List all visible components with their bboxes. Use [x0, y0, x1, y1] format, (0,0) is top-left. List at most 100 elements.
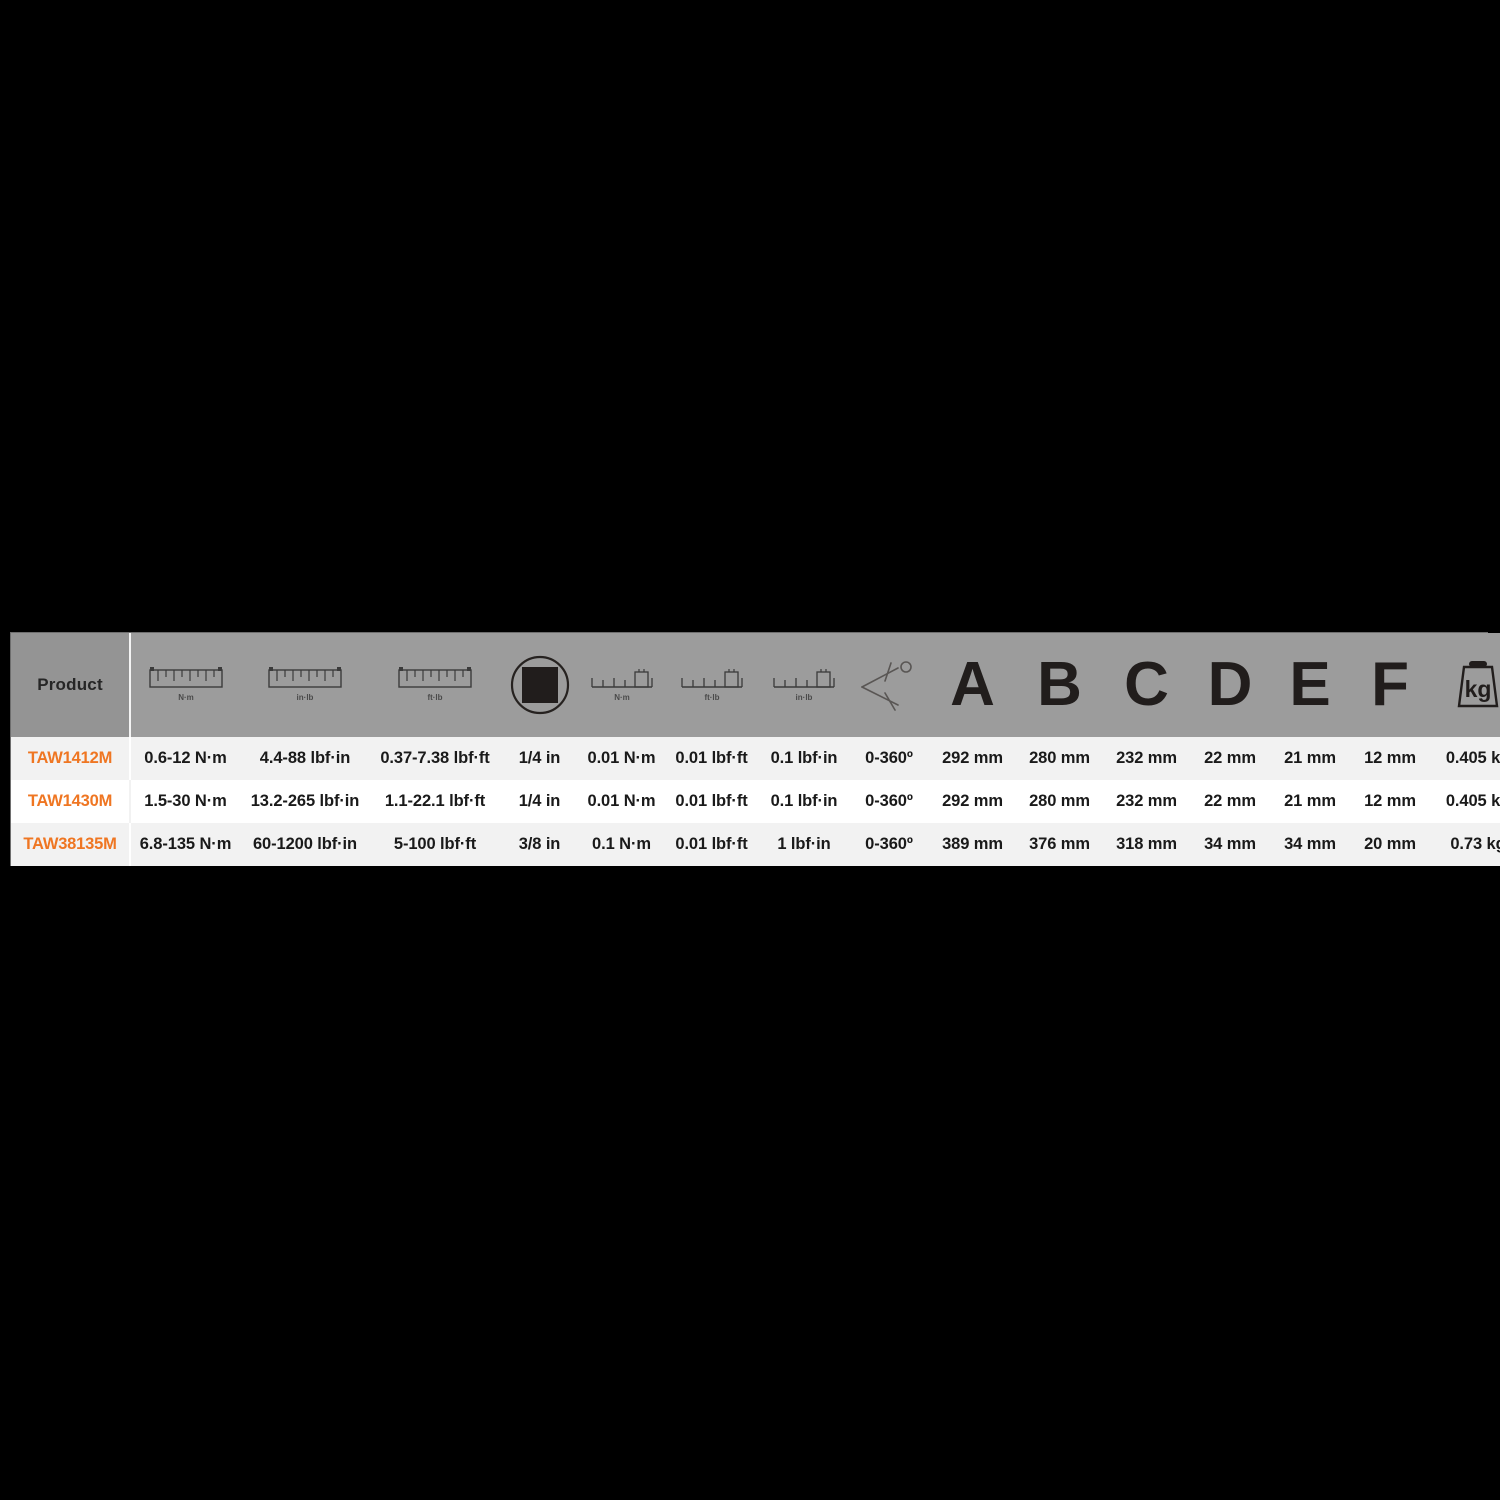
column-header-res-lbfin: in·lb [759, 633, 849, 737]
cell-drive: 1/4 in [500, 737, 579, 780]
cell-range-nm: 6.8-135 N·m [130, 823, 240, 866]
table-header: Product N·m in·lb ft·lb N·m ft·lb in·lb … [11, 633, 1500, 737]
column-header-range-lbfft: ft·lb [370, 633, 500, 737]
cell-dim-f: 12 mm [1350, 737, 1430, 780]
cell-weight: 0.405 kg [1430, 780, 1500, 823]
header-row: Product N·m in·lb ft·lb N·m ft·lb in·lb … [11, 633, 1500, 737]
resolution-icon-label-nm: N·m [614, 693, 630, 702]
column-header-dim-b: B [1016, 633, 1103, 737]
resolution-icon-label-ftlb: ft·lb [704, 693, 719, 702]
ruler-range-icon: in·lb [240, 633, 370, 737]
cell-dim-c: 232 mm [1103, 780, 1190, 823]
dimension-letter-c: C [1103, 633, 1190, 737]
column-header-angle [849, 633, 929, 737]
table-row[interactable]: TAW38135M 6.8-135 N·m 60-1200 lbf·in 5-1… [11, 823, 1500, 866]
cell-product[interactable]: TAW38135M [11, 823, 131, 866]
cell-product[interactable]: TAW1412M [11, 737, 131, 780]
cell-drive: 3/8 in [500, 823, 579, 866]
cell-dim-d: 22 mm [1190, 737, 1270, 780]
cell-range-lbfin: 60-1200 lbf·in [240, 823, 370, 866]
resolution-icon: ft·lb [664, 633, 759, 737]
dimension-letter-e-label: E [1289, 650, 1331, 719]
ruler-range-icon: N·m [131, 633, 240, 737]
product-header-label: Product [37, 675, 103, 694]
dimension-letter-a: A [929, 633, 1016, 737]
cell-angle: 0-360º [849, 737, 929, 780]
cell-dim-e: 34 mm [1270, 823, 1350, 866]
resolution-icon: N·m [579, 633, 664, 737]
cell-range-lbfin: 4.4-88 lbf·in [240, 737, 370, 780]
cell-drive: 1/4 in [500, 780, 579, 823]
angle-degree-icon [849, 633, 929, 737]
column-header-res-lbfft: ft·lb [664, 633, 759, 737]
cell-product[interactable]: TAW1430M [11, 780, 131, 823]
page-canvas: Product N·m in·lb ft·lb N·m ft·lb in·lb … [0, 0, 1500, 1500]
cell-res-nm: 0.01 N·m [579, 737, 664, 780]
dimension-letter-b: B [1016, 633, 1103, 737]
column-header-product: Product [11, 633, 131, 737]
cell-range-lbfft: 5-100 lbf·ft [370, 823, 500, 866]
resolution-icon: in·lb [759, 633, 849, 737]
table-row[interactable]: TAW1412M 0.6-12 N·m 4.4-88 lbf·in 0.37-7… [11, 737, 1500, 780]
cell-dim-c: 232 mm [1103, 737, 1190, 780]
cell-res-lbfft: 0.01 lbf·ft [664, 780, 759, 823]
cell-res-lbfin: 1 lbf·in [759, 823, 849, 866]
cell-dim-b: 280 mm [1016, 780, 1103, 823]
column-header-range-nm: N·m [130, 633, 240, 737]
ruler-range-icon: ft·lb [370, 633, 500, 737]
cell-dim-b: 280 mm [1016, 737, 1103, 780]
table-body: TAW1412M 0.6-12 N·m 4.4-88 lbf·in 0.37-7… [11, 737, 1500, 866]
cell-dim-e: 21 mm [1270, 737, 1350, 780]
ruler-range-icon-label-inlb: in·lb [297, 693, 314, 702]
weight-kg-icon-label: kg [1465, 676, 1492, 702]
ruler-range-icon-label-nm: N·m [178, 693, 194, 702]
dimension-letter-d: D [1190, 633, 1270, 737]
cell-dim-d: 34 mm [1190, 823, 1270, 866]
cell-dim-a: 389 mm [929, 823, 1016, 866]
cell-res-nm: 0.01 N·m [579, 780, 664, 823]
product-specification-table: Product N·m in·lb ft·lb N·m ft·lb in·lb … [10, 632, 1500, 866]
column-header-dim-f: F [1350, 633, 1430, 737]
cell-angle: 0-360º [849, 823, 929, 866]
cell-res-lbfft: 0.01 lbf·ft [664, 823, 759, 866]
cell-range-lbfft: 1.1-22.1 lbf·ft [370, 780, 500, 823]
cell-dim-d: 22 mm [1190, 780, 1270, 823]
square-drive-icon [500, 633, 579, 737]
dimension-letter-f-label: F [1371, 650, 1409, 719]
cell-angle: 0-360º [849, 780, 929, 823]
cell-res-lbfin: 0.1 lbf·in [759, 737, 849, 780]
cell-res-lbfft: 0.01 lbf·ft [664, 737, 759, 780]
ruler-range-icon-label-ftlb: ft·lb [427, 693, 442, 702]
cell-res-nm: 0.1 N·m [579, 823, 664, 866]
cell-range-lbfin: 13.2-265 lbf·in [240, 780, 370, 823]
cell-res-lbfin: 0.1 lbf·in [759, 780, 849, 823]
cell-dim-b: 376 mm [1016, 823, 1103, 866]
dimension-letter-a-label: A [950, 650, 995, 719]
table-row[interactable]: TAW1430M 1.5-30 N·m 13.2-265 lbf·in 1.1-… [11, 780, 1500, 823]
cell-dim-f: 20 mm [1350, 823, 1430, 866]
cell-dim-c: 318 mm [1103, 823, 1190, 866]
cell-range-nm: 0.6-12 N·m [130, 737, 240, 780]
cell-dim-f: 12 mm [1350, 780, 1430, 823]
dimension-letter-c-label: C [1124, 650, 1169, 719]
column-header-weight: kg [1430, 633, 1500, 737]
cell-range-nm: 1.5-30 N·m [130, 780, 240, 823]
cell-dim-e: 21 mm [1270, 780, 1350, 823]
cell-weight: 0.405 kg [1430, 737, 1500, 780]
weight-kg-icon: kg [1430, 633, 1500, 737]
resolution-icon-label-inlb: in·lb [796, 693, 813, 702]
dimension-letter-d-label: D [1207, 650, 1253, 719]
dimension-letter-b-label: B [1037, 650, 1082, 719]
dimension-letter-f: F [1350, 633, 1430, 737]
column-header-dim-c: C [1103, 633, 1190, 737]
column-header-dim-a: A [929, 633, 1016, 737]
column-header-dim-d: D [1190, 633, 1270, 737]
cell-range-lbfft: 0.37-7.38 lbf·ft [370, 737, 500, 780]
column-header-drive [500, 633, 579, 737]
cell-weight: 0.73 kg [1430, 823, 1500, 866]
column-header-dim-e: E [1270, 633, 1350, 737]
dimension-letter-e: E [1270, 633, 1350, 737]
column-header-range-lbfin: in·lb [240, 633, 370, 737]
column-header-res-nm: N·m [579, 633, 664, 737]
spec-table: Product N·m in·lb ft·lb N·m ft·lb in·lb … [11, 633, 1500, 866]
